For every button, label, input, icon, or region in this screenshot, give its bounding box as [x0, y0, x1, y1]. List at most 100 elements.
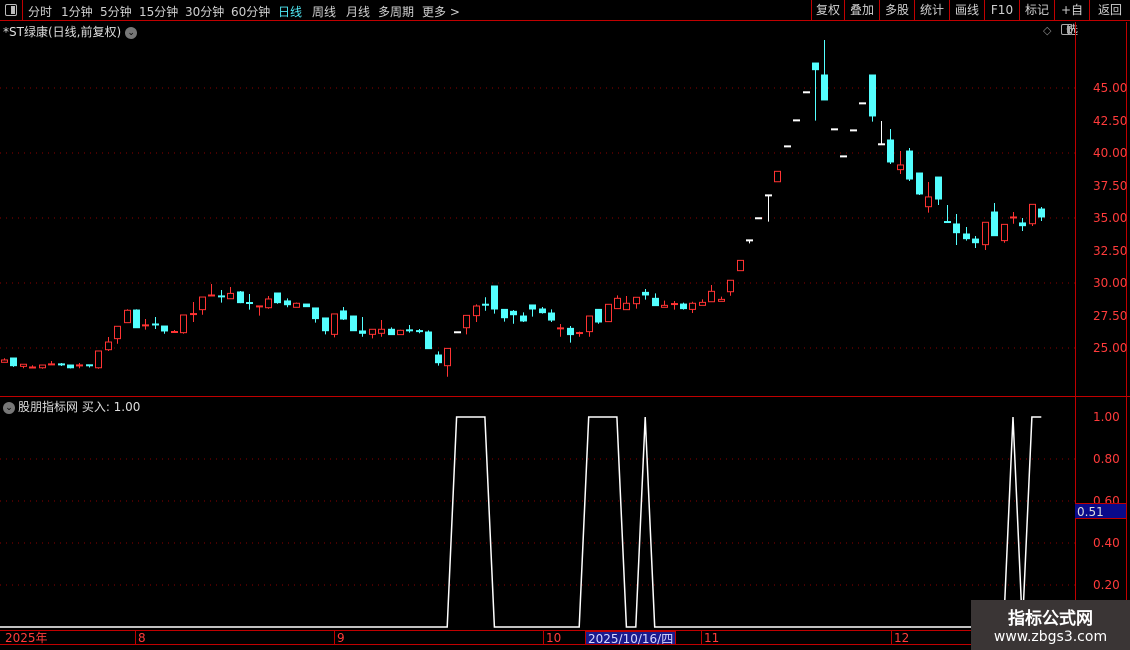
candle	[689, 301, 696, 314]
candle-body	[982, 221, 989, 246]
candle	[124, 309, 131, 324]
kline-chart[interactable]	[0, 0, 1075, 630]
candle	[171, 330, 178, 334]
candle-body	[972, 238, 979, 244]
candle	[227, 287, 234, 300]
candle-body	[303, 303, 310, 308]
candle	[652, 293, 659, 307]
candle-body	[1001, 223, 1008, 242]
candle	[972, 235, 979, 249]
candle	[727, 279, 734, 296]
candle-body	[539, 308, 546, 314]
price-label: 32.50	[1093, 244, 1128, 258]
candle	[105, 336, 112, 351]
candle	[991, 203, 998, 237]
candle	[416, 329, 423, 334]
candle	[916, 172, 923, 195]
chevron-down-icon[interactable]: ⌄	[3, 401, 15, 414]
candle	[58, 362, 65, 366]
indicator-current-value: 0.51	[1075, 503, 1126, 519]
candle	[708, 284, 715, 303]
candle	[897, 151, 904, 175]
candle-body	[67, 364, 74, 369]
candle	[953, 213, 960, 246]
candle	[623, 296, 630, 311]
candle	[812, 62, 819, 121]
candle-body	[916, 172, 923, 195]
candle-body	[774, 170, 781, 183]
indicator-title-text: 股朋指标网 买入: 1.00	[18, 400, 141, 414]
candle	[10, 357, 17, 367]
candle-body	[369, 328, 376, 335]
candle	[548, 309, 555, 322]
price-label: 27.50	[1093, 309, 1128, 323]
candle	[95, 350, 102, 369]
watermark-logo: 指标公式网 www.zbgs3.com	[971, 600, 1130, 650]
candle	[935, 176, 942, 205]
indicator-label: 0.40	[1093, 536, 1120, 550]
back-button[interactable]: 返回	[1089, 0, 1130, 21]
candle-body	[359, 330, 366, 334]
candle	[406, 324, 413, 333]
candle-body	[350, 315, 357, 332]
date-label: 9	[334, 631, 345, 645]
indicator-line	[0, 416, 1042, 628]
candle-body	[661, 304, 668, 308]
candle	[539, 307, 546, 314]
candle	[567, 326, 574, 343]
candle-body	[963, 233, 970, 240]
candle-body	[529, 304, 536, 310]
candle	[482, 297, 489, 311]
candle-body	[991, 211, 998, 237]
date-label: 2025年	[5, 631, 48, 645]
candle	[246, 294, 253, 310]
candle	[963, 226, 970, 241]
candle-body	[567, 327, 574, 336]
candle	[256, 305, 263, 316]
candle-body	[642, 291, 649, 296]
candle-body	[699, 301, 706, 306]
candle	[576, 331, 583, 337]
candle	[331, 313, 338, 338]
candle-body	[897, 164, 904, 171]
candle	[661, 300, 668, 308]
candle-body	[935, 176, 942, 200]
candle	[312, 307, 319, 323]
candle-body	[331, 313, 338, 335]
indicator-title[interactable]: ⌄ 股朋指标网 买入: 1.00	[3, 398, 140, 415]
candle	[76, 362, 83, 369]
candle-body	[586, 315, 593, 333]
candle	[322, 317, 329, 335]
candle	[350, 315, 357, 332]
candle-body	[633, 296, 640, 305]
candle-body	[397, 329, 404, 336]
candle	[1029, 203, 1036, 227]
candle	[1038, 206, 1045, 221]
candle-body	[1019, 222, 1026, 227]
candle-body	[10, 357, 17, 367]
candle	[340, 307, 347, 321]
candle	[86, 364, 93, 368]
candle	[1010, 212, 1017, 224]
candle	[237, 291, 244, 304]
candle	[473, 304, 480, 322]
candle	[718, 296, 725, 302]
candle	[293, 302, 300, 308]
candle-body	[614, 297, 621, 310]
candle	[699, 299, 706, 306]
price-label: 42.50	[1093, 114, 1128, 128]
indicator-label: 1.00	[1093, 410, 1120, 424]
candle	[274, 292, 281, 304]
candle-body	[425, 331, 432, 350]
candle	[284, 298, 291, 308]
candle	[586, 315, 593, 337]
candle-body	[812, 62, 819, 71]
candle-body	[199, 296, 206, 311]
candle	[557, 323, 564, 337]
candle	[1019, 218, 1026, 231]
date-label: 8	[135, 631, 146, 645]
pane-divider[interactable]	[0, 396, 1130, 397]
candle	[633, 296, 640, 309]
candle-body	[708, 290, 715, 303]
indicator-label: 0.80	[1093, 452, 1120, 466]
